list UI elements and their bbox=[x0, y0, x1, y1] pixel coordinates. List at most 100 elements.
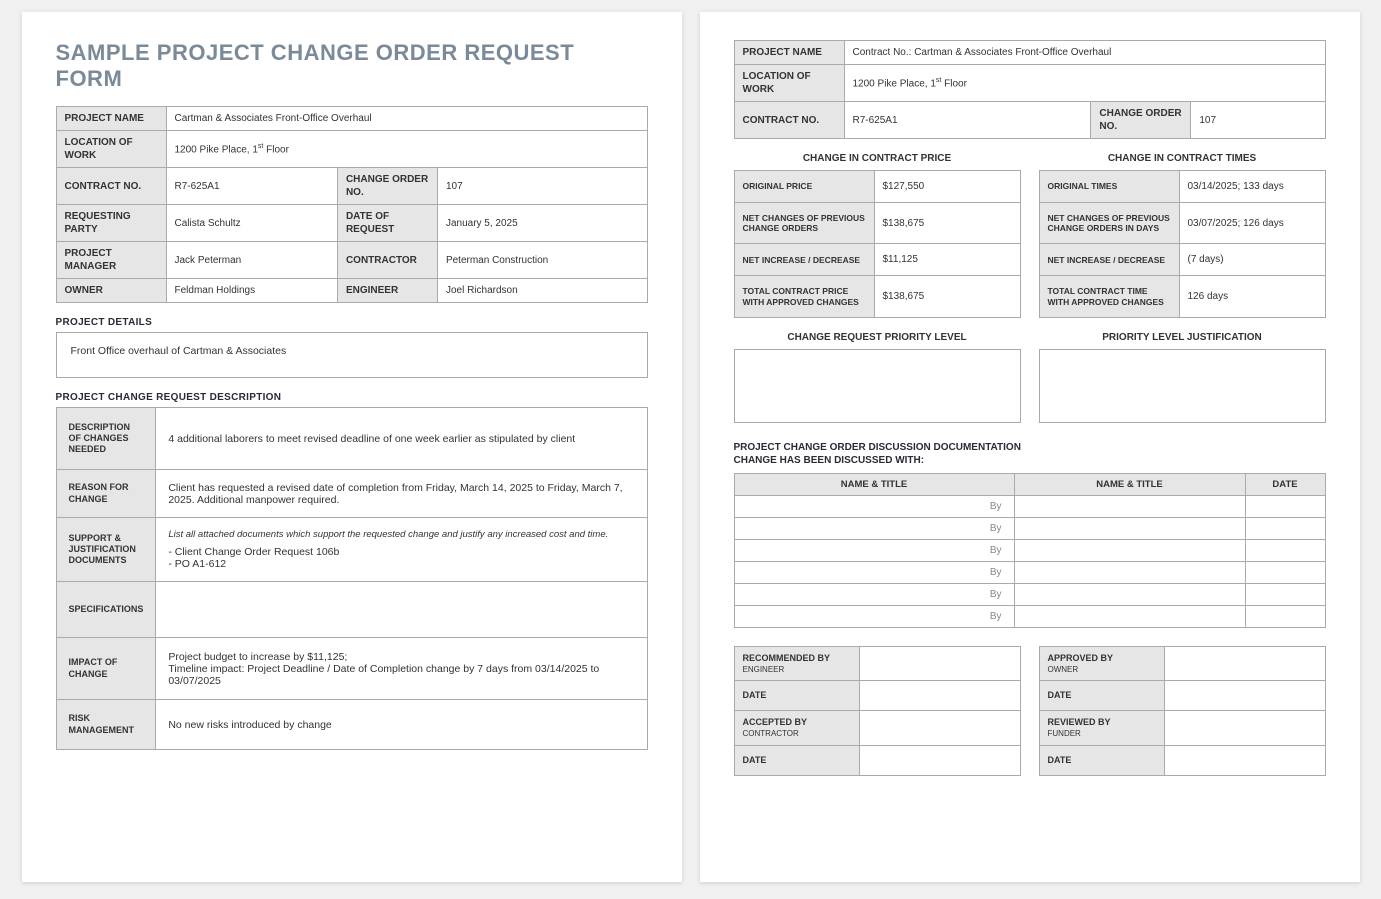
sig-approved bbox=[1164, 646, 1325, 681]
label-contractor: CONTRACTOR bbox=[337, 242, 437, 279]
label-reviewed-date: DATE bbox=[1039, 745, 1164, 775]
price-table: ORIGINAL PRICE$127,550 NET CHANGES OF PR… bbox=[734, 170, 1021, 318]
label-desc-changes: DESCRIPTION OF CHANGES NEEDED bbox=[56, 408, 156, 470]
val-project-name-p2: Contract No.: Cartman & Associates Front… bbox=[844, 41, 1325, 65]
label-accepted-date: DATE bbox=[734, 745, 859, 775]
label-original-times: ORIGINAL TIMES bbox=[1039, 171, 1179, 203]
priority-justification-box bbox=[1039, 349, 1326, 423]
sig-table-left: RECOMMENDED BYENGINEER DATE ACCEPTED BYC… bbox=[734, 646, 1021, 776]
label-risk: RISK MANAGEMENT bbox=[56, 700, 156, 750]
label-original-price: ORIGINAL PRICE bbox=[734, 171, 874, 203]
discuss-cell bbox=[1014, 583, 1245, 605]
label-contract-no: CONTRACT NO. bbox=[56, 168, 166, 205]
label-approved-date: DATE bbox=[1039, 681, 1164, 711]
sig-accepted-date bbox=[859, 745, 1020, 775]
header-table: PROJECT NAME Cartman & Associates Front-… bbox=[56, 106, 648, 303]
label-location: LOCATION OF WORK bbox=[56, 131, 166, 168]
val-specifications bbox=[156, 582, 647, 638]
header-table-p2: PROJECT NAME Contract No.: Cartman & Ass… bbox=[734, 40, 1326, 139]
val-date-of-request: January 5, 2025 bbox=[437, 205, 647, 242]
discuss-cell bbox=[1014, 539, 1245, 561]
discuss-date bbox=[1245, 495, 1325, 517]
priority-justification-title: PRIORITY LEVEL JUSTIFICATION bbox=[1039, 332, 1326, 343]
discuss-cell bbox=[1014, 495, 1245, 517]
val-change-order-no-p2: 107 bbox=[1191, 102, 1325, 139]
val-change-order-no: 107 bbox=[437, 168, 647, 205]
discuss-row-by: By bbox=[734, 495, 1014, 517]
sig-approved-date bbox=[1164, 681, 1325, 711]
sig-table-right: APPROVED BYOWNER DATE REVIEWED BYFUNDER … bbox=[1039, 646, 1326, 776]
label-date-of-request: DATE OF REQUEST bbox=[337, 205, 437, 242]
col-date: DATE bbox=[1245, 473, 1325, 495]
val-reason: Client has requested a revised date of c… bbox=[156, 470, 647, 518]
val-total-time: 126 days bbox=[1179, 276, 1325, 317]
label-total-price: TOTAL CONTRACT PRICE WITH APPROVED CHANG… bbox=[734, 276, 874, 317]
label-impact: IMPACT OF CHANGE bbox=[56, 638, 156, 700]
discussion-heading: PROJECT CHANGE ORDER DISCUSSION DOCUMENT… bbox=[734, 441, 1326, 467]
sig-recommended-date bbox=[859, 681, 1020, 711]
sig-reviewed bbox=[1164, 711, 1325, 746]
discuss-row-by: By bbox=[734, 583, 1014, 605]
label-total-time: TOTAL CONTRACT TIME WITH APPROVED CHANGE… bbox=[1039, 276, 1179, 317]
label-location-p2: LOCATION OF WORK bbox=[734, 65, 844, 102]
val-desc-changes: 4 additional laborers to meet revised de… bbox=[156, 408, 647, 470]
val-location-p2: 1200 Pike Place, 1st Floor bbox=[844, 65, 1325, 102]
val-contract-no: R7-625A1 bbox=[166, 168, 337, 205]
val-project-manager: Jack Peterman bbox=[166, 242, 337, 279]
label-approved-by: APPROVED BYOWNER bbox=[1039, 646, 1164, 681]
label-change-order-no-p2: CHANGE ORDER NO. bbox=[1091, 102, 1191, 139]
discuss-cell bbox=[1014, 517, 1245, 539]
val-impact: Project budget to increase by $11,125; T… bbox=[156, 638, 647, 700]
section-pcrd: PROJECT CHANGE REQUEST DESCRIPTION bbox=[56, 392, 648, 403]
label-recommended-by: RECOMMENDED BYENGINEER bbox=[734, 646, 859, 681]
label-specifications: SPECIFICATIONS bbox=[56, 582, 156, 638]
label-change-order-no: CHANGE ORDER NO. bbox=[337, 168, 437, 205]
val-contractor: Peterman Construction bbox=[437, 242, 647, 279]
time-title: CHANGE IN CONTRACT TIMES bbox=[1039, 153, 1326, 164]
discuss-cell bbox=[1014, 605, 1245, 627]
label-project-manager: PROJECT MANAGER bbox=[56, 242, 166, 279]
description-table: DESCRIPTION OF CHANGES NEEDED 4 addition… bbox=[56, 407, 648, 750]
discuss-row-by: By bbox=[734, 539, 1014, 561]
discuss-date bbox=[1245, 605, 1325, 627]
priority-level-title: CHANGE REQUEST PRIORITY LEVEL bbox=[734, 332, 1021, 343]
val-project-name: Cartman & Associates Front-Office Overha… bbox=[166, 107, 647, 131]
label-project-name-p2: PROJECT NAME bbox=[734, 41, 844, 65]
label-owner: OWNER bbox=[56, 279, 166, 303]
discuss-date bbox=[1245, 583, 1325, 605]
discuss-date bbox=[1245, 561, 1325, 583]
priority-level-box bbox=[734, 349, 1021, 423]
label-net-changes-price: NET CHANGES OF PREVIOUS CHANGE ORDERS bbox=[734, 203, 874, 244]
label-net-increase-time: NET INCREASE / DECREASE bbox=[1039, 244, 1179, 276]
col-name-title-2: NAME & TITLE bbox=[1014, 473, 1245, 495]
val-location: 1200 Pike Place, 1st Floor bbox=[166, 131, 647, 168]
val-total-price: $138,675 bbox=[874, 276, 1020, 317]
section-project-details: PROJECT DETAILS bbox=[56, 317, 648, 328]
val-requesting-party: Calista Schultz bbox=[166, 205, 337, 242]
label-contract-no-p2: CONTRACT NO. bbox=[734, 102, 844, 139]
label-engineer: ENGINEER bbox=[337, 279, 437, 303]
label-project-name: PROJECT NAME bbox=[56, 107, 166, 131]
form-title: SAMPLE PROJECT CHANGE ORDER REQUEST FORM bbox=[56, 40, 648, 92]
discuss-row-by: By bbox=[734, 605, 1014, 627]
label-recommended-date: DATE bbox=[734, 681, 859, 711]
val-net-changes-time: 03/07/2025; 126 days bbox=[1179, 203, 1325, 244]
val-owner: Feldman Holdings bbox=[166, 279, 337, 303]
label-accepted-by: ACCEPTED BYCONTRACTOR bbox=[734, 711, 859, 746]
val-support-docs: List all attached documents which suppor… bbox=[156, 518, 647, 582]
discuss-row-by: By bbox=[734, 561, 1014, 583]
page-1: SAMPLE PROJECT CHANGE ORDER REQUEST FORM… bbox=[22, 12, 682, 882]
label-net-changes-time: NET CHANGES OF PREVIOUS CHANGE ORDERS IN… bbox=[1039, 203, 1179, 244]
sig-reviewed-date bbox=[1164, 745, 1325, 775]
time-table: ORIGINAL TIMES03/14/2025; 133 days NET C… bbox=[1039, 170, 1326, 318]
discuss-date bbox=[1245, 539, 1325, 561]
discuss-date bbox=[1245, 517, 1325, 539]
val-original-times: 03/14/2025; 133 days bbox=[1179, 171, 1325, 203]
discuss-row-by: By bbox=[734, 517, 1014, 539]
discussion-table: NAME & TITLE NAME & TITLE DATE By By By … bbox=[734, 473, 1326, 628]
price-title: CHANGE IN CONTRACT PRICE bbox=[734, 153, 1021, 164]
val-contract-no-p2: R7-625A1 bbox=[844, 102, 1091, 139]
sig-accepted bbox=[859, 711, 1020, 746]
val-net-changes-price: $138,675 bbox=[874, 203, 1020, 244]
label-net-increase-price: NET INCREASE / DECREASE bbox=[734, 244, 874, 276]
